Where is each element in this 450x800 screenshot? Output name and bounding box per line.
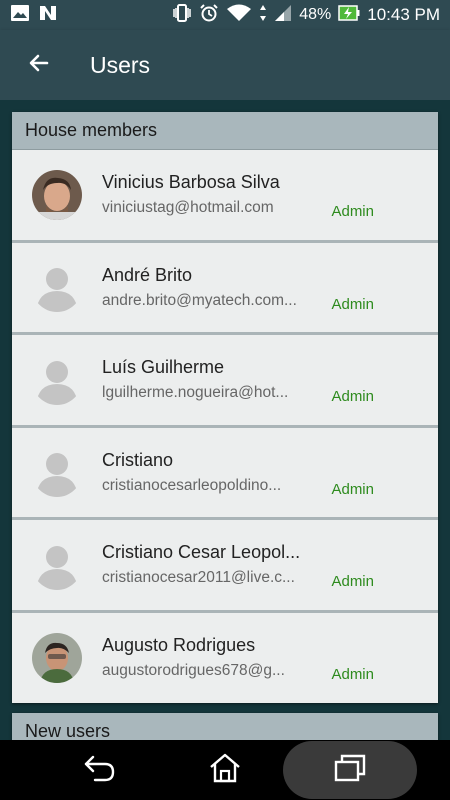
- user-row[interactable]: Augusto Rodrigues augustorodrigues678@g.…: [12, 612, 438, 703]
- user-email: andre.brito@myatech.com...: [102, 291, 297, 309]
- clock: 10:43 PM: [367, 5, 440, 24]
- default-avatar-icon: [32, 447, 82, 498]
- nav-back-button[interactable]: [70, 740, 130, 800]
- user-row[interactable]: Vinicius Barbosa Silva viniciustag@hotma…: [12, 150, 438, 243]
- role-badge: Admin: [331, 203, 374, 220]
- n-icon: [38, 4, 58, 27]
- role-badge: Admin: [331, 295, 374, 313]
- user-avatar: [32, 632, 82, 683]
- default-avatar-icon: [32, 355, 82, 405]
- back-button[interactable]: [0, 30, 78, 100]
- arrow-back-icon: [27, 51, 51, 80]
- user-row[interactable]: André Brito andre.brito@myatech.com... A…: [12, 242, 438, 335]
- role-badge: Admin: [331, 480, 374, 498]
- user-name: Augusto Rodrigues: [102, 635, 256, 655]
- home-icon: [208, 752, 242, 789]
- user-name: Vinicius Barbosa Silva: [102, 172, 280, 193]
- wifi-icon: [226, 4, 252, 27]
- status-bar: 48% 10:43 PM: [0, 0, 450, 30]
- vibrate-icon: [172, 3, 192, 27]
- user-name: Luís Guilherme: [102, 357, 225, 378]
- role-badge: Admin: [331, 388, 374, 405]
- new-users-header: New users: [12, 712, 438, 740]
- alarm-icon: [199, 3, 219, 27]
- app-bar: Users: [0, 30, 450, 100]
- battery-charging-icon: [338, 4, 360, 27]
- user-email: lguilherme.nogueira@hot...: [102, 384, 289, 402]
- house-members-header: House members: [12, 112, 438, 150]
- users-list[interactable]: House members Vinicius Barbosa Silva vin…: [0, 100, 450, 740]
- image-icon: [10, 4, 30, 27]
- battery-percent: 48%: [299, 6, 332, 23]
- user-email: augustorodrigues678@g...: [102, 662, 285, 679]
- user-email: cristianocesar2011@live.c...: [102, 569, 295, 587]
- user-avatar: [32, 169, 82, 220]
- house-members-card: House members Vinicius Barbosa Silva vin…: [12, 112, 438, 703]
- user-email: viniciustag@hotmail.com: [102, 199, 274, 217]
- data-arrows-icon: [259, 4, 267, 27]
- signal-icon: [274, 4, 292, 27]
- default-avatar-icon: [32, 262, 82, 313]
- recent-apps-icon: [333, 753, 367, 788]
- role-badge: Admin: [331, 573, 374, 590]
- user-row[interactable]: Cristiano cristianocesarleopoldino... Ad…: [12, 427, 438, 520]
- user-name: Cristiano: [102, 449, 174, 470]
- user-name: André Brito: [102, 264, 193, 285]
- nav-recent-apps-button[interactable]: [320, 740, 380, 800]
- user-email: cristianocesarleopoldino...: [102, 476, 282, 494]
- user-name: Cristiano Cesar Leopol...: [102, 542, 301, 563]
- navigation-bar: [0, 740, 450, 800]
- role-badge: Admin: [331, 665, 374, 683]
- page-title: Users: [90, 51, 151, 78]
- nav-back-icon: [83, 753, 117, 788]
- user-row[interactable]: Luís Guilherme lguilherme.nogueira@hot..…: [12, 335, 438, 428]
- user-row[interactable]: Cristiano Cesar Leopol... cristianocesar…: [12, 520, 438, 613]
- default-avatar-icon: [32, 540, 82, 590]
- new-users-card: New users: [12, 712, 438, 740]
- nav-home-button[interactable]: [195, 740, 255, 800]
